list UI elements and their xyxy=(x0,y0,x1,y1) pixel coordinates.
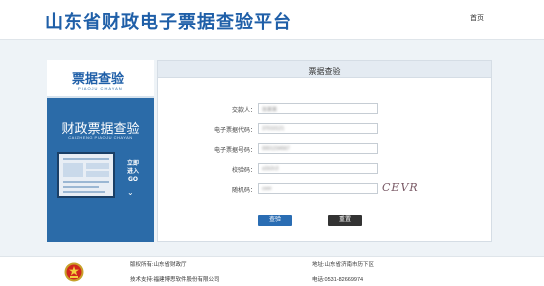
national-emblem-icon xyxy=(64,262,84,282)
page-footer: 版权所有:山东省财政厅 技术支持:福建博思软件股份有限公司 地址:山东省济南市历… xyxy=(0,256,544,286)
bill-check-panel: 票据查验 交款人： 张某某 电子票据代码： 37010121 电子票据号码： 0… xyxy=(157,60,492,242)
banner-logo-area: 票据查验 PIAOJU CHAYAN xyxy=(47,60,154,98)
site-title: 山东省财政电子票据查验平台 xyxy=(45,12,292,33)
captcha-input[interactable]: ceer xyxy=(258,183,378,194)
bill-code-label: 电子票据代码： xyxy=(213,128,256,134)
banner-logo-subtext: PIAOJU CHAYAN xyxy=(78,86,123,91)
enter-line-2: 进入 xyxy=(126,168,139,175)
check-code-label: 校验码： xyxy=(231,168,256,174)
bill-code-input[interactable]: 37010121 xyxy=(258,123,378,134)
panel-header: 票据查验 xyxy=(158,61,491,78)
captcha-label: 随机码： xyxy=(231,188,256,194)
enter-line-3: GO xyxy=(127,176,139,183)
home-link[interactable]: 首页 xyxy=(470,13,484,23)
check-code-input[interactable]: a1b2c3 xyxy=(258,163,378,174)
bill-number-label: 电子票据号码： xyxy=(213,148,256,154)
bill-number-value: 0001234567 xyxy=(262,146,290,152)
monitor-illustration-icon xyxy=(57,152,115,198)
promo-banner[interactable]: 票据查验 PIAOJU CHAYAN 财政票据查验 CAIZHENG PIAOJ… xyxy=(47,60,154,242)
reset-button[interactable]: 重置 xyxy=(328,215,362,226)
payer-label: 交款人： xyxy=(231,108,256,114)
banner-subtitle: CAIZHENG PIAOJU CHAYAN xyxy=(68,135,133,140)
payer-input[interactable]: 张某某 xyxy=(258,103,378,114)
footer-copyright: 版权所有:山东省财政厅 xyxy=(130,262,187,268)
enter-now-link[interactable]: 立即 进入 GO xyxy=(119,160,147,184)
footer-address: 地址:山东省济南市历下区 xyxy=(312,262,375,268)
bill-number-input[interactable]: 0001234567 xyxy=(258,143,378,154)
panel-title: 票据查验 xyxy=(308,67,341,76)
footer-support: 技术支持:福建博思软件股份有限公司 xyxy=(130,277,220,283)
check-code-value: a1b2c3 xyxy=(262,166,279,172)
bill-code-value: 37010121 xyxy=(262,126,285,132)
query-button[interactable]: 查验 xyxy=(258,215,292,226)
footer-phone: 电话:0531-82669974 xyxy=(312,277,364,283)
captcha-image[interactable]: CEVR xyxy=(382,181,419,194)
chevron-down-icon: ⌄ xyxy=(127,188,134,197)
captcha-value: ceer xyxy=(262,186,272,192)
page-header: 山东省财政电子票据查验平台 首页 xyxy=(0,0,544,40)
enter-line-1: 立即 xyxy=(126,160,139,167)
banner-logo-text: 票据查验 xyxy=(72,72,125,87)
payer-value: 张某某 xyxy=(262,107,278,113)
